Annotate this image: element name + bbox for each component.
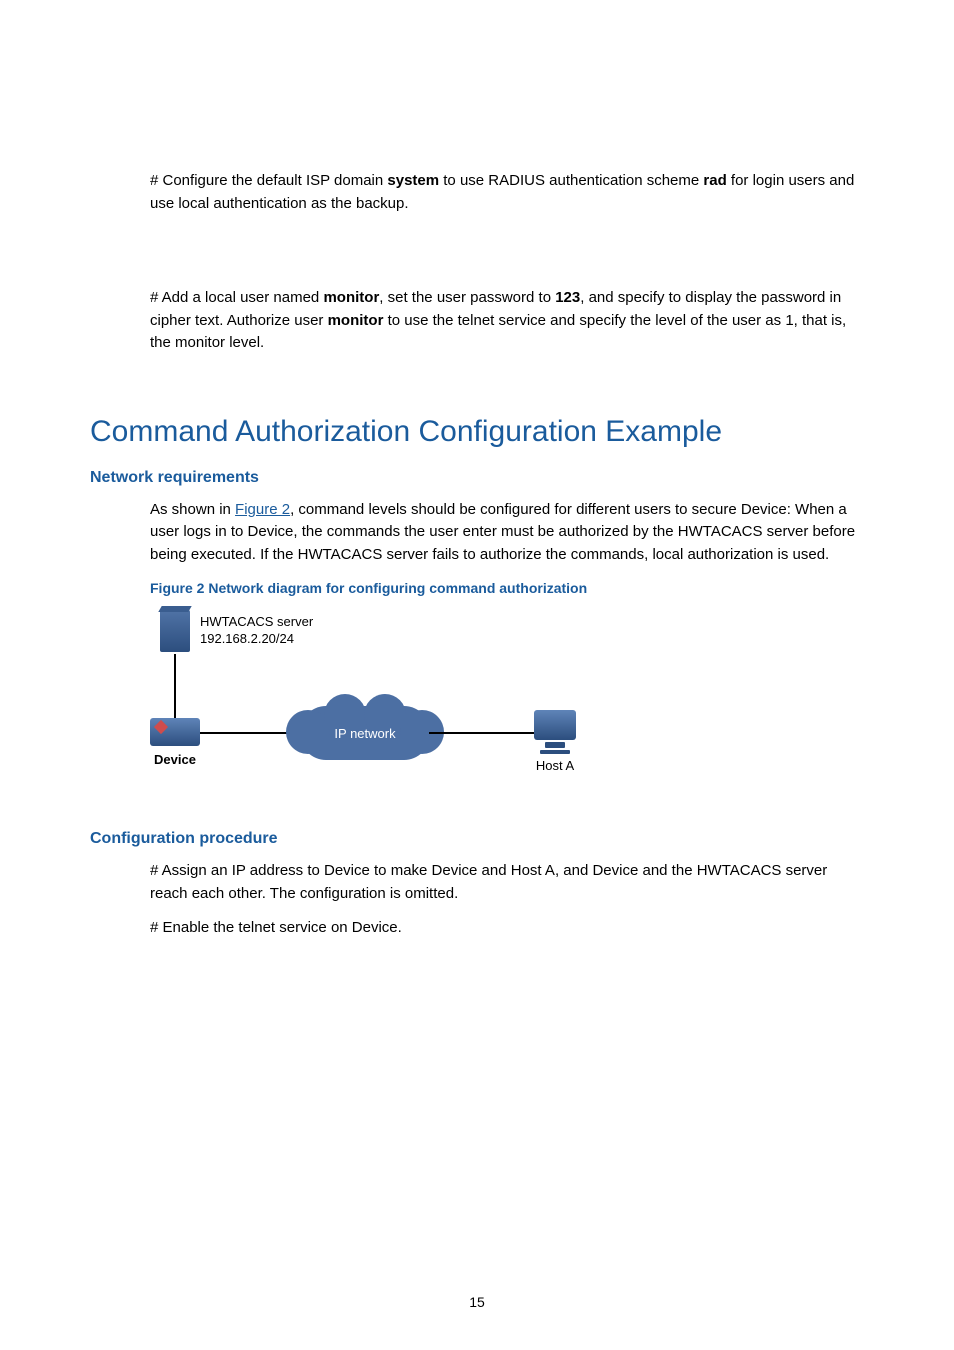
server-address: 192.168.2.20/24 — [200, 631, 294, 646]
hwtacacs-server: HWTACACS server 192.168.2.20/24 — [160, 610, 313, 652]
page-number: 15 — [0, 1294, 954, 1310]
text: As shown in — [150, 501, 235, 518]
server-name: HWTACACS server — [200, 614, 313, 629]
link-line-vertical — [174, 654, 176, 720]
bold-123: 123 — [555, 289, 580, 306]
heading-network-requirements: Network requirements — [90, 469, 864, 487]
gap — [90, 227, 864, 287]
cloud-label: IP network — [334, 726, 395, 741]
host-a: Host A — [534, 710, 576, 773]
text: # Add a local user named — [150, 289, 323, 306]
network-diagram: HWTACACS server 192.168.2.20/24 Device I… — [150, 610, 590, 790]
monitor-base — [540, 750, 570, 754]
figure-caption-2: Figure 2 Network diagram for configuring… — [150, 580, 864, 596]
link-line-right — [429, 732, 534, 734]
monitor-icon — [534, 710, 576, 740]
ip-network-cloud: IP network — [300, 706, 430, 760]
bold-system: system — [387, 172, 439, 189]
paragraph-enable-telnet: # Enable the telnet service on Device. — [150, 917, 864, 940]
host-label: Host A — [534, 758, 576, 773]
monitor-stand — [545, 742, 565, 748]
text: to use RADIUS authentication scheme — [439, 172, 703, 189]
paragraph-local-user: # Add a local user named monitor, set th… — [150, 287, 864, 355]
bold-rad: rad — [703, 172, 726, 189]
server-label: HWTACACS server 192.168.2.20/24 — [200, 614, 313, 648]
top-gap — [90, 90, 864, 170]
device-node: Device — [150, 718, 200, 767]
heading-configuration-procedure: Configuration procedure — [90, 830, 864, 848]
link-figure-2[interactable]: Figure 2 — [235, 501, 290, 518]
device-icon — [150, 718, 200, 746]
text: # Configure the default ISP domain — [150, 172, 387, 189]
paragraph-isp-domain: # Configure the default ISP domain syste… — [150, 170, 864, 215]
bold-monitor-1: monitor — [323, 289, 379, 306]
server-icon — [160, 610, 190, 652]
text: , set the user password to — [379, 289, 555, 306]
paragraph-assign-ip: # Assign an IP address to Device to make… — [150, 860, 864, 905]
bold-monitor-2: monitor — [328, 312, 384, 329]
paragraph-as-shown: As shown in Figure 2, command levels sho… — [150, 499, 864, 567]
device-label: Device — [150, 752, 200, 767]
heading-command-authorization: Command Authorization Configuration Exam… — [90, 415, 864, 449]
